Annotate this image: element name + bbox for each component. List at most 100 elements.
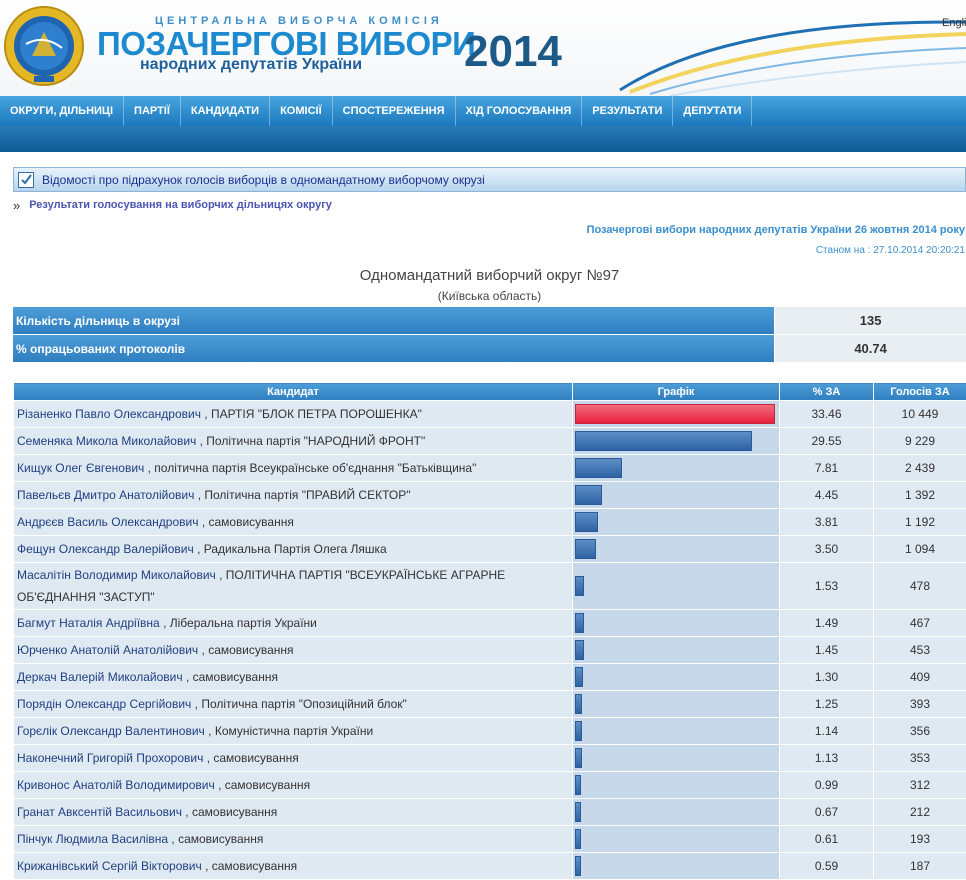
summary-row-precincts: Кількість дільниць в окрузі 135 xyxy=(13,307,966,334)
section-title: Відомості про підрахунок голосів виборці… xyxy=(42,172,485,187)
table-row: Павельєв Дмитро Анатолійович , Політична… xyxy=(13,481,966,509)
candidate-cell: Крижанівський Сергій Вікторович , самови… xyxy=(13,852,573,880)
result-bar xyxy=(575,458,622,478)
percent-cell: 0.59 xyxy=(779,852,874,880)
candidate-name[interactable]: Різаненко Павло Олександрович xyxy=(17,407,201,421)
result-bar xyxy=(575,802,581,822)
votes-cell: 1 392 xyxy=(873,481,966,509)
candidate-name[interactable]: Семеняка Микола Миколайович xyxy=(17,434,196,448)
site-header: ЦЕНТРАЛЬНА ВИБОРЧА КОМІСІЯ ПОЗАЧЕРГОВІ В… xyxy=(0,0,966,96)
votes-cell: 9 229 xyxy=(873,427,966,455)
result-bar xyxy=(575,721,582,741)
sub-link-row: » Результати голосування на виборчих діл… xyxy=(13,197,332,213)
candidate-name[interactable]: Горєлік Олександр Валентинович xyxy=(17,724,205,738)
graph-cell xyxy=(572,454,780,482)
graph-cell xyxy=(572,427,780,455)
candidate-name[interactable]: Павельєв Дмитро Анатолійович xyxy=(17,488,194,502)
precinct-results-link[interactable]: Результати голосування на виборчих дільн… xyxy=(29,199,332,211)
candidate-name[interactable]: Деркач Валерій Миколайович xyxy=(17,670,183,684)
percent-cell: 1.45 xyxy=(779,636,874,664)
candidate-cell: Кривонос Анатолій Володимирович , самови… xyxy=(13,771,573,799)
votes-cell: 10 449 xyxy=(873,400,966,428)
election-title: Позачергові вибори народних депутатів Ук… xyxy=(586,224,965,236)
percent-cell: 1.14 xyxy=(779,717,874,745)
summary-label: Кількість дільниць в окрузі xyxy=(13,307,775,334)
candidate-party: , політична партія Всеукраїнське об'єдна… xyxy=(147,460,477,475)
result-bar xyxy=(575,512,598,532)
candidate-party: , самовисування xyxy=(185,669,278,684)
summary-value: 135 xyxy=(775,307,966,334)
candidate-cell: Горєлік Олександр Валентинович , Комуніс… xyxy=(13,717,573,745)
candidate-party: , самовисування xyxy=(205,858,298,873)
result-bar xyxy=(575,829,581,849)
nav-item-voting-progress[interactable]: ХІД ГОЛОСУВАННЯ xyxy=(456,96,583,126)
candidate-party: , Політична партія "Опозиційний блок" xyxy=(194,696,407,711)
graph-cell xyxy=(572,508,780,536)
result-bar xyxy=(575,748,582,768)
section-header: Відомості про підрахунок голосів виборці… xyxy=(13,167,966,192)
result-bar xyxy=(575,667,583,687)
votes-cell: 393 xyxy=(873,690,966,718)
nav-item-results[interactable]: РЕЗУЛЬТАТИ xyxy=(582,96,674,126)
summary-label: % опрацьованих протоколів xyxy=(13,335,775,362)
graph-cell xyxy=(572,535,780,563)
candidate-name[interactable]: Масалітін Володимир Миколайович xyxy=(17,568,216,582)
candidate-name[interactable]: Наконечний Григорій Прохорович xyxy=(17,751,203,765)
nav-item-commissions[interactable]: КОМІСІЇ xyxy=(270,96,333,126)
site-year: 2014 xyxy=(464,27,562,76)
candidate-name[interactable]: Багмут Наталія Андріївна xyxy=(17,616,160,630)
result-bar xyxy=(575,775,581,795)
candidate-name[interactable]: Фещун Олександр Валерійович xyxy=(17,542,194,556)
candidate-cell: Пінчук Людмила Василівна , самовисування xyxy=(13,825,573,853)
table-row: Деркач Валерій Миколайович , самовисуван… xyxy=(13,663,966,691)
candidate-cell: Павельєв Дмитро Анатолійович , Політична… xyxy=(13,481,573,509)
votes-cell: 478 xyxy=(873,562,966,610)
candidate-name[interactable]: Порядін Олександр Сергійович xyxy=(17,697,191,711)
candidate-name[interactable]: Кищук Олег Євгенович xyxy=(17,461,144,475)
raquo-icon: » xyxy=(13,197,21,213)
nav-item-districts[interactable]: ОКРУГИ, ДІЛЬНИЦІ xyxy=(0,96,125,126)
nav-item-deputies[interactable]: ДЕПУТАТИ xyxy=(673,96,753,126)
graph-cell xyxy=(572,852,780,880)
district-region: (Київська область) xyxy=(437,289,542,303)
language-link[interactable]: Engli xyxy=(942,17,966,29)
candidate-cell: Кищук Олег Євгенович , політична партія … xyxy=(13,454,573,482)
summary-value: 40.74 xyxy=(775,335,966,362)
candidate-party: , самовисування xyxy=(171,831,264,846)
percent-cell: 1.30 xyxy=(779,663,874,691)
table-row: Різаненко Павло Олександрович , ПАРТІЯ "… xyxy=(13,400,966,428)
percent-cell: 3.81 xyxy=(779,508,874,536)
graph-cell xyxy=(572,825,780,853)
graph-cell xyxy=(572,717,780,745)
header-votes: Голосів ЗА xyxy=(873,382,966,401)
nav-item-observation[interactable]: СПОСТЕРЕЖЕННЯ xyxy=(333,96,456,126)
as-of-label: Станом на : xyxy=(815,245,871,256)
nav-item-candidates[interactable]: КАНДИДАТИ xyxy=(181,96,271,126)
header-percent: % ЗА xyxy=(779,382,874,401)
candidate-name[interactable]: Кривонос Анатолій Володимирович xyxy=(17,778,215,792)
nav-item-parties[interactable]: ПАРТІЇ xyxy=(124,96,181,126)
result-bar xyxy=(575,404,775,424)
result-bar xyxy=(575,856,581,876)
candidate-name[interactable]: Крижанівський Сергій Вікторович xyxy=(17,859,202,873)
results-body: Різаненко Павло Олександрович , ПАРТІЯ "… xyxy=(13,400,966,880)
candidate-name[interactable]: Андрєєв Василь Олександрович xyxy=(17,515,198,529)
table-row: Наконечний Григорій Прохорович , самовис… xyxy=(13,744,966,772)
candidate-name[interactable]: Гранат Авксентій Васильович xyxy=(17,805,182,819)
candidate-party: , Політична партія "ПРАВИЙ СЕКТОР" xyxy=(197,487,411,502)
candidate-party: , самовисування xyxy=(185,804,278,819)
candidate-name[interactable]: Пінчук Людмила Василівна xyxy=(17,832,168,846)
table-row: Багмут Наталія Андріївна , Ліберальна па… xyxy=(13,609,966,637)
table-row: Кищук Олег Євгенович , політична партія … xyxy=(13,454,966,482)
result-bar xyxy=(575,485,602,505)
candidate-name[interactable]: Юрченко Анатолій Анатолійович xyxy=(17,643,198,657)
decorative-swoosh xyxy=(619,20,966,96)
table-row: Масалітін Володимир Миколайович , ПОЛІТИ… xyxy=(13,562,966,610)
candidate-party: , ПАРТІЯ "БЛОК ПЕТРА ПОРОШЕНКА" xyxy=(204,406,422,421)
candidate-party: , самовисування xyxy=(201,514,294,529)
cec-emblem-icon[interactable] xyxy=(4,4,84,88)
votes-cell: 212 xyxy=(873,798,966,826)
candidate-party: , Ліберальна партія України xyxy=(163,615,317,630)
graph-cell xyxy=(572,609,780,637)
percent-cell: 1.53 xyxy=(779,562,874,610)
